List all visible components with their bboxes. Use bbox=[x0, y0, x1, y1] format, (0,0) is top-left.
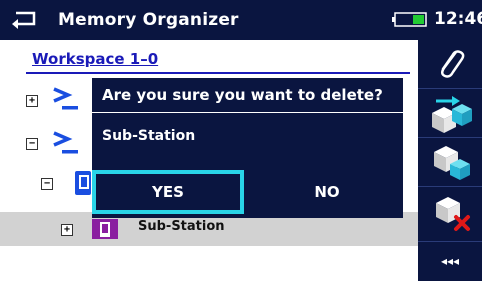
copy-object-button[interactable] bbox=[418, 138, 482, 186]
workspace-underline bbox=[26, 72, 410, 74]
tree-node-label: Sub-Station bbox=[138, 219, 225, 234]
collapse-toggle[interactable]: − bbox=[26, 138, 38, 150]
collapse-toggle[interactable]: − bbox=[41, 178, 53, 190]
dialog-question: Are you sure you want to delete? bbox=[102, 86, 383, 104]
attach-button[interactable] bbox=[418, 40, 482, 88]
station-node-icon[interactable] bbox=[74, 170, 92, 196]
cubes-icon bbox=[434, 146, 470, 180]
delete-cube-icon bbox=[436, 197, 470, 231]
move-object-button[interactable] bbox=[418, 89, 482, 137]
prompt-node-icon[interactable] bbox=[52, 86, 80, 112]
battery-icon bbox=[392, 12, 427, 27]
dialog-divider bbox=[92, 112, 403, 113]
delete-confirm-dialog: Are you sure you want to delete? Sub-Sta… bbox=[92, 78, 403, 218]
paperclip-icon bbox=[441, 50, 465, 78]
sidebar: ◂◂◂ bbox=[418, 40, 482, 281]
cube-arrow-icon bbox=[432, 96, 472, 133]
delete-object-button[interactable] bbox=[418, 187, 482, 235]
dialog-item-name: Sub-Station bbox=[102, 128, 196, 144]
tree-view: Workspace 1–0 + − − + Sub-Station Are yo… bbox=[0, 40, 418, 281]
more-options-button[interactable]: ◂◂◂ bbox=[418, 242, 482, 281]
substation-node-icon bbox=[92, 219, 118, 239]
header-bar: Memory Organizer 12:46 bbox=[0, 0, 482, 40]
back-icon[interactable] bbox=[10, 8, 40, 30]
workspace-label[interactable]: Workspace 1–0 bbox=[32, 50, 158, 68]
no-button[interactable]: NO bbox=[252, 170, 402, 214]
page-title: Memory Organizer bbox=[58, 10, 239, 30]
clock: 12:46 bbox=[434, 9, 482, 29]
yes-button[interactable]: YES bbox=[92, 170, 244, 214]
prompt-node-icon[interactable] bbox=[52, 130, 80, 156]
expand-toggle[interactable]: + bbox=[61, 224, 73, 236]
expand-toggle[interactable]: + bbox=[26, 95, 38, 107]
